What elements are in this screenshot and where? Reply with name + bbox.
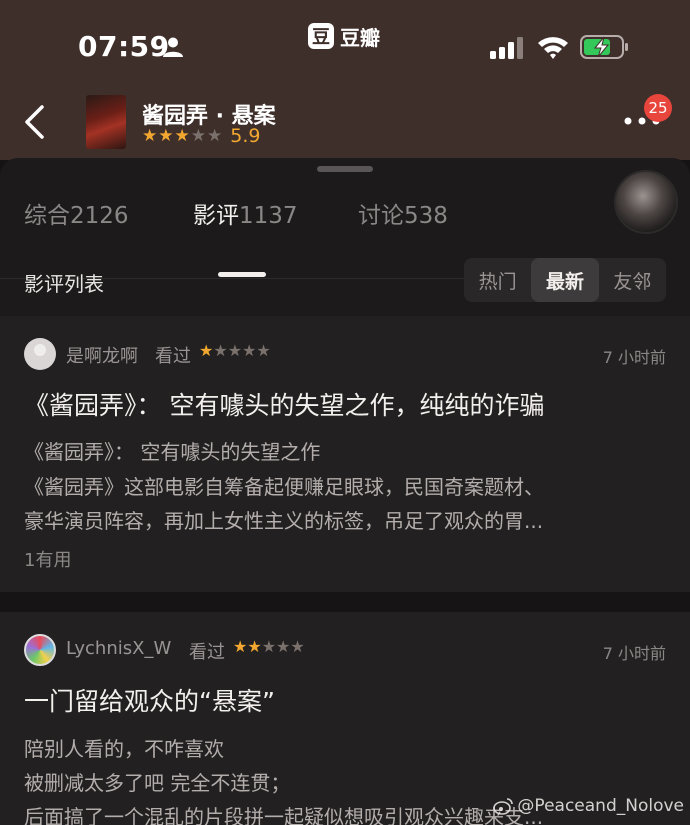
star-filled-icon: ★ xyxy=(233,637,248,656)
helpful-count[interactable]: 1有用 xyxy=(24,546,71,572)
review-username[interactable]: 是啊龙啊 xyxy=(66,342,138,368)
card-divider xyxy=(0,592,690,612)
movie-poster[interactable] xyxy=(86,95,126,149)
tab-bar: 综合2126 影评1137 讨论538 xyxy=(0,192,690,279)
star-filled-icon: ★ xyxy=(142,126,158,146)
tab-label: 综合 xyxy=(24,203,70,229)
star-empty-icon: ★ xyxy=(227,341,243,360)
tab-reviews[interactable]: 影评1137 xyxy=(193,196,298,230)
review-card[interactable]: 是啊龙啊 看过 ★ ★ ★ ★ ★ 7 小时前 《酱园弄》： 空有噱头的失望之作… xyxy=(0,316,690,592)
tab-label: 讨论 xyxy=(358,203,404,229)
star-empty-icon: ★ xyxy=(290,637,305,656)
star-empty-icon: ★ xyxy=(261,637,277,656)
tab-overview[interactable]: 综合2126 xyxy=(24,196,129,230)
app-indicator: 豆 豆瓣 xyxy=(308,22,380,50)
watch-status: 看过 xyxy=(189,642,225,663)
review-timestamp: 7 小时前 xyxy=(602,348,666,367)
review-excerpt-line: 陪别人看的，不咋喜欢 xyxy=(24,737,224,761)
star-filled-icon: ★ xyxy=(199,341,214,360)
weibo-icon xyxy=(493,798,514,815)
tab-count: 538 xyxy=(404,203,448,229)
list-title: 影评列表 xyxy=(24,272,104,296)
watermark-text: @Peaceand_Nolove xyxy=(517,796,684,816)
reviews-sheet: 综合2126 影评1137 讨论538 影评列表 热门 最新 友邻 是啊龙啊 看… xyxy=(0,158,690,825)
header-area: 07:59 豆 豆瓣 酱园弄 · 悬案 ★ ★ ★ ★ ★ 5.9 25 xyxy=(0,0,690,160)
sort-toggle: 热门 最新 友邻 xyxy=(464,258,666,302)
star-empty-icon: ★ xyxy=(207,126,223,146)
rating-score: 5.9 xyxy=(230,125,261,147)
notification-badge[interactable]: 25 xyxy=(644,94,672,122)
watch-status: 看过 xyxy=(155,346,191,367)
star-empty-icon: ★ xyxy=(213,341,228,360)
active-tab-indicator xyxy=(218,272,266,277)
avatar[interactable] xyxy=(24,338,56,370)
review-excerpt-line: 后面搞了一个混乱的片段拼一起疑似想吸引观众兴趣来支... xyxy=(24,805,544,825)
wifi-icon xyxy=(538,37,568,59)
star-empty-icon: ★ xyxy=(276,637,291,656)
star-filled-icon: ★ xyxy=(247,637,262,656)
back-arrow-icon[interactable] xyxy=(22,104,48,140)
avatar[interactable] xyxy=(24,634,56,666)
review-card[interactable]: LychnisX_W 看过 ★ ★ ★ ★ ★ 7 小时前 一门留给观众的“悬案… xyxy=(0,612,690,825)
review-title[interactable]: 《酱园弄》： 空有噱头的失望之作，纯纯的诈骗 xyxy=(24,386,544,422)
tab-discussion[interactable]: 讨论538 xyxy=(358,196,448,230)
tab-label: 影评 xyxy=(193,203,239,229)
tab-count: 2126 xyxy=(70,203,129,229)
star-filled-icon: ★ xyxy=(158,126,174,146)
review-excerpt-line: 《酱园弄》这部电影自筹备起便赚足眼球，民国奇案题材、 xyxy=(24,475,544,499)
sort-friends-button[interactable]: 友邻 xyxy=(599,258,666,302)
star-empty-icon: ★ xyxy=(256,341,271,360)
review-title[interactable]: 一门留给观众的“悬案” xyxy=(24,682,275,718)
drag-handle[interactable] xyxy=(317,166,373,172)
review-excerpt-line: 被删减太多了吧 完全不连贯； xyxy=(24,771,291,795)
status-bar: 07:59 豆 豆瓣 xyxy=(0,0,690,80)
watermark: @Peaceand_Nolove xyxy=(493,796,684,816)
tab-count: 1137 xyxy=(239,203,298,229)
review-timestamp: 7 小时前 xyxy=(602,644,666,663)
review-excerpt-line: 豪华演员阵容，再加上女性主义的标签，吊足了观众的胃... xyxy=(24,509,544,533)
review-stars: ★ ★ ★ ★ ★ xyxy=(199,342,271,360)
star-empty-icon: ★ xyxy=(242,341,257,360)
clock: 07:59 xyxy=(78,30,170,63)
movie-rating: ★ ★ ★ ★ ★ 5.9 xyxy=(142,125,260,147)
rating-stars: ★ ★ ★ ★ ★ xyxy=(142,127,222,145)
sort-hot-button[interactable]: 热门 xyxy=(464,258,531,302)
douban-logo-icon: 豆 xyxy=(308,23,334,49)
sort-latest-button[interactable]: 最新 xyxy=(531,258,599,302)
cellular-signal-icon xyxy=(490,37,523,59)
review-username[interactable]: LychnisX_W xyxy=(66,638,171,659)
avatar[interactable] xyxy=(614,170,678,234)
star-filled-icon: ★ xyxy=(174,126,190,146)
battery-charging-icon xyxy=(580,35,628,59)
review-excerpt-line: 《酱园弄》： 空有噱头的失望之作 xyxy=(24,440,321,464)
person-icon xyxy=(163,37,183,57)
review-stars: ★ ★ ★ ★ ★ xyxy=(233,638,305,656)
star-empty-icon: ★ xyxy=(190,126,206,146)
app-name: 豆瓣 xyxy=(340,25,380,50)
